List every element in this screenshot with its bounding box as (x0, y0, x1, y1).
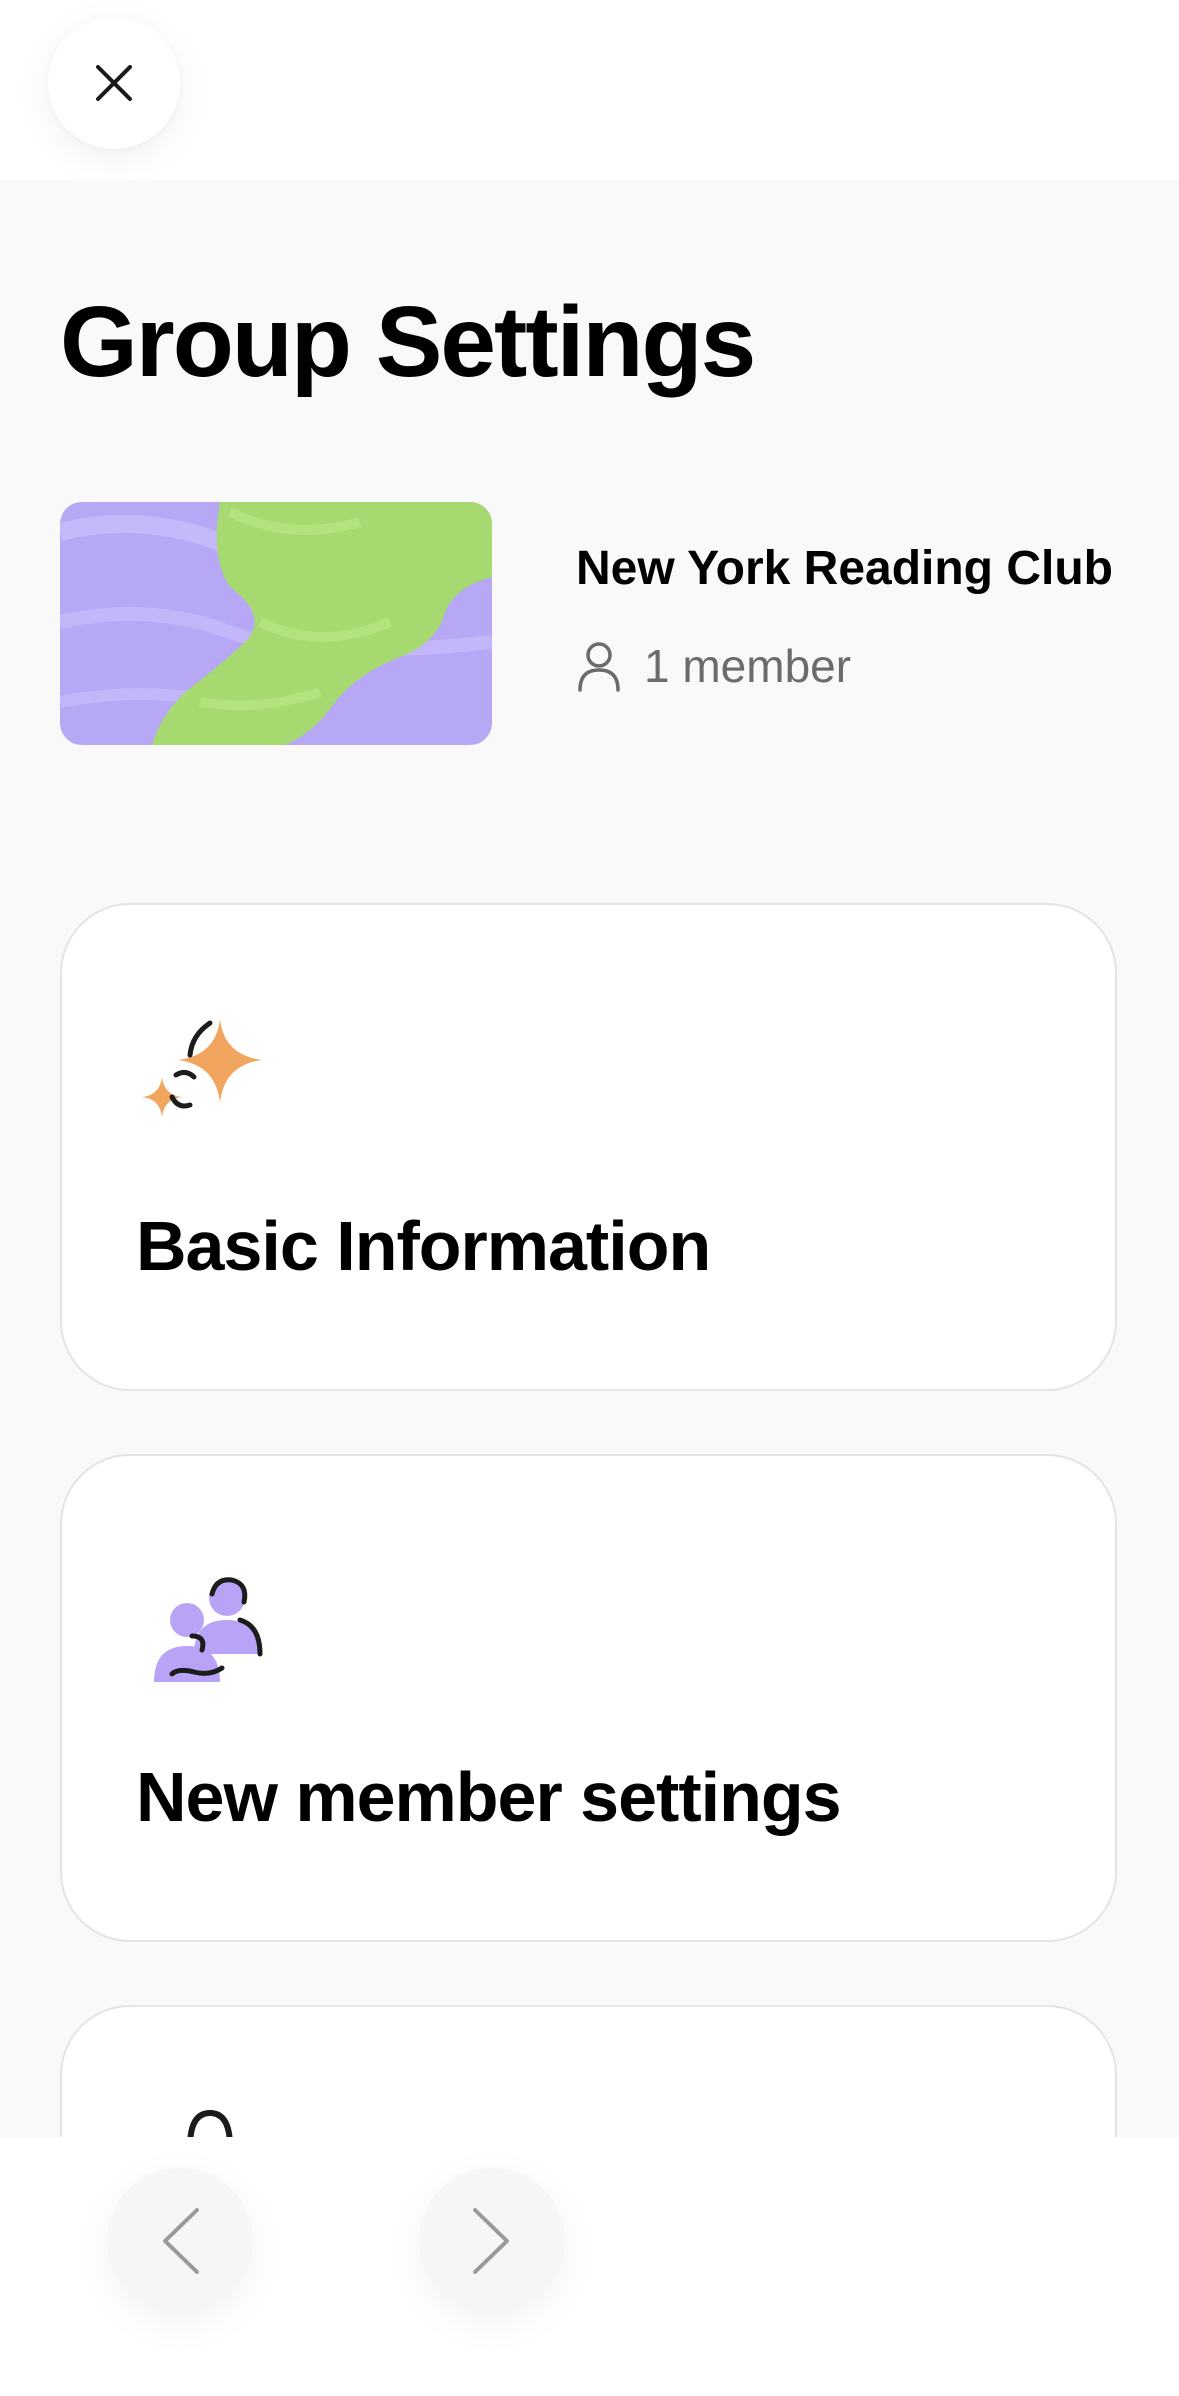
bottom-navigation (0, 2137, 1179, 2396)
top-bar (0, 0, 1179, 180)
forward-button[interactable] (419, 2168, 565, 2314)
close-button[interactable] (48, 17, 180, 149)
back-button[interactable] (107, 2168, 253, 2314)
member-count-row[interactable]: 1 member (576, 636, 851, 696)
group-cover-art (60, 502, 492, 745)
close-icon (96, 65, 132, 101)
chevron-left-icon (163, 2208, 199, 2274)
member-count: 1 member (644, 640, 852, 692)
person-icon (578, 642, 620, 692)
page-title: Group Settings (60, 286, 756, 398)
new-member-settings-card[interactable]: New member settings (60, 1454, 1117, 1942)
card-label: Basic Information (136, 1207, 711, 1285)
group-cover-image[interactable] (60, 502, 492, 745)
chevron-right-icon (473, 2208, 509, 2274)
group-settings-screen: Group Settings New York Reading Club 1 m… (0, 0, 1179, 2396)
basic-information-card[interactable]: Basic Information (60, 903, 1117, 1391)
members-icon (154, 1577, 263, 1682)
card-label: New member settings (136, 1758, 842, 1836)
sparkle-icon (142, 1019, 262, 1117)
group-name: New York Reading Club (576, 542, 1113, 595)
